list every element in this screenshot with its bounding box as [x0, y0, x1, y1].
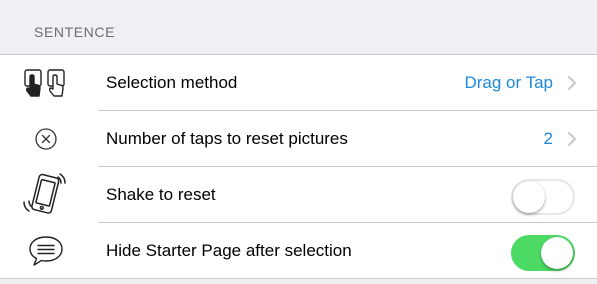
shake-to-reset-toggle[interactable] [511, 179, 575, 215]
circle-x-icon [18, 117, 74, 161]
hide-starter-page-label: Hide Starter Page after selection [106, 241, 352, 260]
settings-list: Selection method Drag or Tap Number of t… [0, 55, 597, 279]
shake-to-reset-label: Shake to reset [106, 185, 216, 204]
toggle-knob [541, 237, 573, 269]
taps-to-reset-value: 2 [543, 129, 553, 148]
row-separator [0, 278, 597, 279]
selection-method-value: Drag or Tap [464, 73, 553, 92]
section-title: SENTENCE [34, 24, 116, 40]
section-header: SENTENCE [0, 0, 597, 55]
taps-to-reset-label: Number of taps to reset pictures [106, 129, 348, 148]
hide-starter-page-toggle[interactable] [511, 235, 575, 271]
selection-method-label: Selection method [106, 73, 238, 92]
chevron-right-icon [568, 76, 576, 90]
settings-page: SENTENCE Selection method Drag or Tap Nu… [0, 0, 597, 284]
speech-bubble-icon [18, 229, 74, 273]
shake-to-reset-row: Shake to reset [0, 167, 597, 223]
selection-method-row[interactable]: Selection method Drag or Tap [0, 55, 597, 111]
chevron-right-icon [568, 132, 576, 146]
taps-to-reset-row[interactable]: Number of taps to reset pictures 2 [0, 111, 597, 167]
hand-touch-icon [18, 61, 74, 105]
phone-shake-icon [18, 173, 74, 217]
hide-starter-page-row: Hide Starter Page after selection [0, 223, 597, 279]
toggle-knob [513, 181, 545, 213]
